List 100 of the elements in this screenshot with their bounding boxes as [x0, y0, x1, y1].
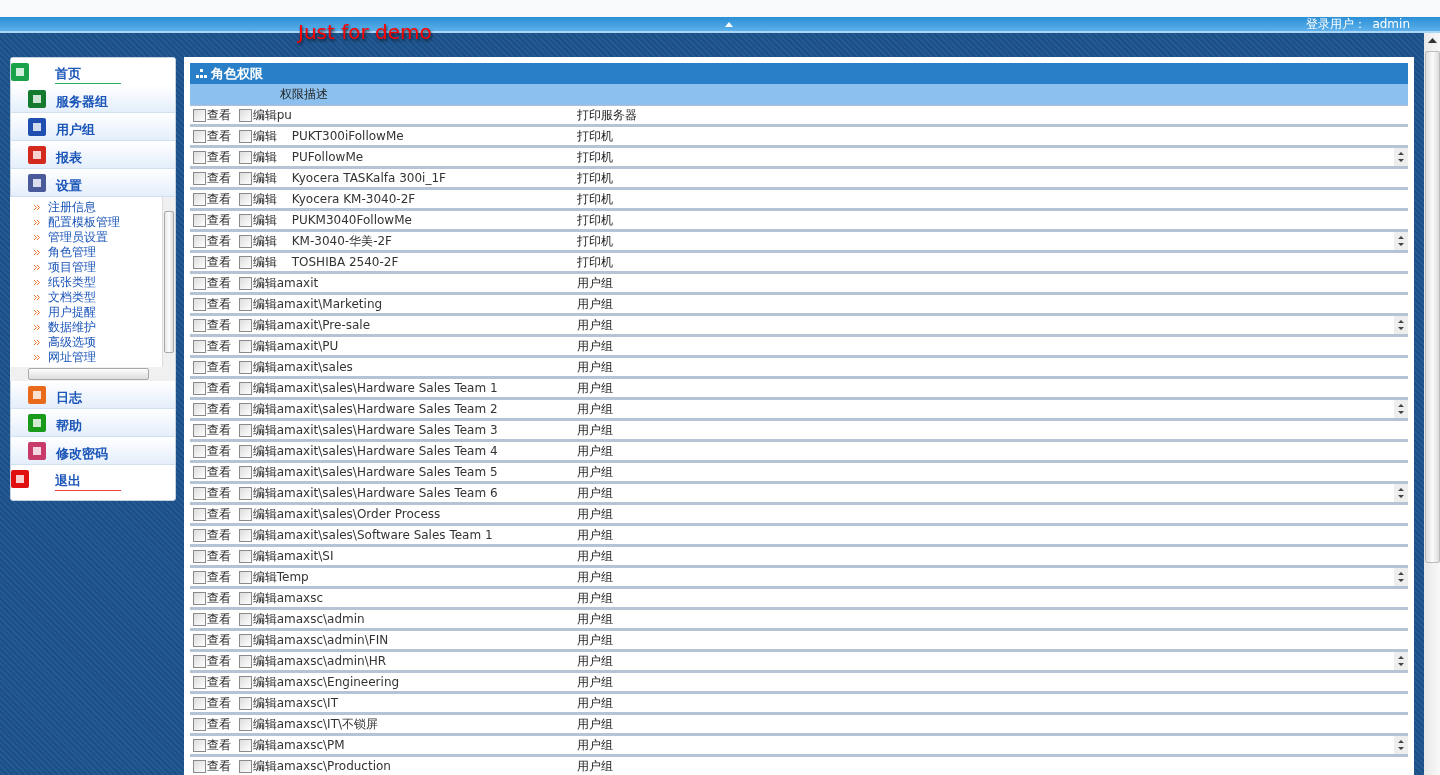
edit-label: 编辑: [252, 337, 277, 355]
permission-type: 用户组: [576, 736, 613, 754]
permission-type: 用户组: [576, 442, 613, 460]
permission-name: amaxit\sales\Hardware Sales Team 2: [276, 402, 499, 416]
edit-label: 编辑: [252, 736, 277, 754]
view-label: 查看: [206, 442, 231, 460]
permission-name: amaxit\sales: [276, 360, 354, 374]
permission-name: Kyocera KM-3040-2F: [290, 192, 417, 206]
permission-name: amaxsc\IT: [276, 696, 339, 710]
edit-label: 编辑: [252, 169, 277, 187]
submenu-link[interactable]: 纸张类型: [48, 274, 96, 291]
edit-label: 编辑: [252, 757, 277, 775]
sidebar-item[interactable]: 服务器组: [11, 85, 175, 113]
permission-type: 用户组: [576, 400, 613, 418]
edit-label: 编辑: [252, 568, 277, 586]
login-user: admin: [1372, 17, 1410, 31]
submenu-link[interactable]: 高级选项: [48, 334, 96, 351]
sidebar-item[interactable]: 用户组: [11, 113, 175, 141]
edit-label: 编辑: [252, 253, 277, 271]
permission-type: 用户组: [576, 652, 613, 670]
permission-name: amaxsc\admin\HR: [276, 654, 388, 668]
view-label: 查看: [206, 715, 231, 733]
permission-name: amaxit\Pre-sale: [276, 318, 372, 332]
permission-type: 用户组: [576, 295, 613, 313]
permission-name: amaxsc: [276, 591, 325, 605]
edit-label: 编辑: [252, 295, 277, 313]
permission-name: Kyocera TASKalfa 300i_1F: [290, 171, 447, 185]
view-label: 查看: [206, 526, 231, 544]
edit-label: 编辑: [252, 463, 277, 481]
permission-name: PUKM3040FollowMe: [290, 213, 413, 227]
sidebar-item[interactable]: 日志: [11, 381, 175, 409]
sidebar-item[interactable]: 报表: [11, 141, 175, 169]
submenu-link[interactable]: 项目管理: [48, 259, 96, 276]
sidebar-item[interactable]: 设置: [11, 169, 175, 197]
view-label: 查看: [206, 463, 231, 481]
submenu-link[interactable]: 文档类型: [48, 289, 96, 306]
permission-name: Temp: [276, 570, 310, 584]
permission-type: 用户组: [576, 673, 613, 691]
edit-label: 编辑: [252, 127, 277, 145]
view-label: 查看: [206, 274, 231, 292]
permission-type: 用户组: [576, 316, 613, 334]
submenu-link[interactable]: 管理员设置: [48, 229, 108, 246]
permission-name: PUKT300iFollowMe: [290, 129, 405, 143]
view-label: 查看: [206, 652, 231, 670]
panel-title: 角色权限: [210, 64, 263, 83]
edit-label: 编辑: [252, 715, 277, 733]
edit-label: 编辑: [252, 421, 277, 439]
permission-name: amaxsc\Engineering: [276, 675, 401, 689]
permission-type: 用户组: [576, 421, 613, 439]
permission-name: amaxsc\admin\FIN: [276, 633, 390, 647]
edit-label: 编辑: [252, 232, 277, 250]
view-label: 查看: [206, 694, 231, 712]
sidebar-item[interactable]: 修改密码: [11, 437, 175, 465]
view-label: 查看: [206, 505, 231, 523]
view-label: 查看: [206, 190, 231, 208]
permission-type: 用户组: [576, 589, 613, 607]
view-label: 查看: [206, 253, 231, 271]
edit-label: 编辑: [252, 589, 277, 607]
permission-name: amaxit\sales\Hardware Sales Team 6: [276, 486, 499, 500]
view-label: 查看: [206, 106, 231, 124]
edit-label: 编辑: [252, 547, 277, 565]
edit-label: 编辑: [252, 505, 277, 523]
permission-type: 打印机: [576, 127, 613, 145]
view-label: 查看: [206, 547, 231, 565]
permission-name: amaxsc\admin: [276, 612, 366, 626]
permission-name: amaxsc\IT\不锁屏: [276, 715, 380, 733]
permission-type: 用户组: [576, 274, 613, 292]
permission-type: 用户组: [576, 337, 613, 355]
submenu-link[interactable]: 用户提醒: [48, 304, 96, 321]
permission-name: amaxit\sales\Software Sales Team 1: [276, 528, 494, 542]
edit-label: 编辑: [252, 316, 277, 334]
permission-name: amaxit\sales\Hardware Sales Team 4: [276, 444, 499, 458]
edit-label: 编辑: [252, 652, 277, 670]
permission-type: 用户组: [576, 358, 613, 376]
view-label: 查看: [206, 337, 231, 355]
submenu-link[interactable]: 网址管理: [48, 349, 96, 366]
permission-name: KM-3040-华美-2F: [290, 232, 393, 250]
permission-name: amaxit: [276, 276, 320, 290]
edit-label: 编辑: [252, 379, 277, 397]
submenu-link[interactable]: 角色管理: [48, 244, 96, 261]
submenu-link[interactable]: 注册信息: [48, 199, 96, 216]
permission-name: amaxsc\Production: [276, 759, 392, 773]
permission-type: 用户组: [576, 379, 613, 397]
sidebar-item[interactable]: 首页: [11, 58, 175, 85]
edit-label: 编辑: [252, 442, 277, 460]
permission-name: amaxit\Marketing: [276, 297, 384, 311]
permission-name: amaxit\sales\Hardware Sales Team 5: [276, 465, 499, 479]
view-label: 查看: [206, 421, 231, 439]
permission-name: amaxit\PU: [276, 339, 340, 353]
permission-name: amaxit\sales\Hardware Sales Team 3: [276, 423, 499, 437]
permission-type: 用户组: [576, 757, 613, 775]
view-label: 查看: [206, 148, 231, 166]
edit-label: 编辑: [252, 694, 277, 712]
view-label: 查看: [206, 673, 231, 691]
permission-type: 打印机: [576, 169, 613, 187]
submenu-link[interactable]: 配置模板管理: [48, 214, 120, 231]
sidebar-item[interactable]: 帮助: [11, 409, 175, 437]
permission-type: 打印机: [576, 148, 613, 166]
submenu-link[interactable]: 数据维护: [48, 319, 96, 336]
view-label: 查看: [206, 169, 231, 187]
